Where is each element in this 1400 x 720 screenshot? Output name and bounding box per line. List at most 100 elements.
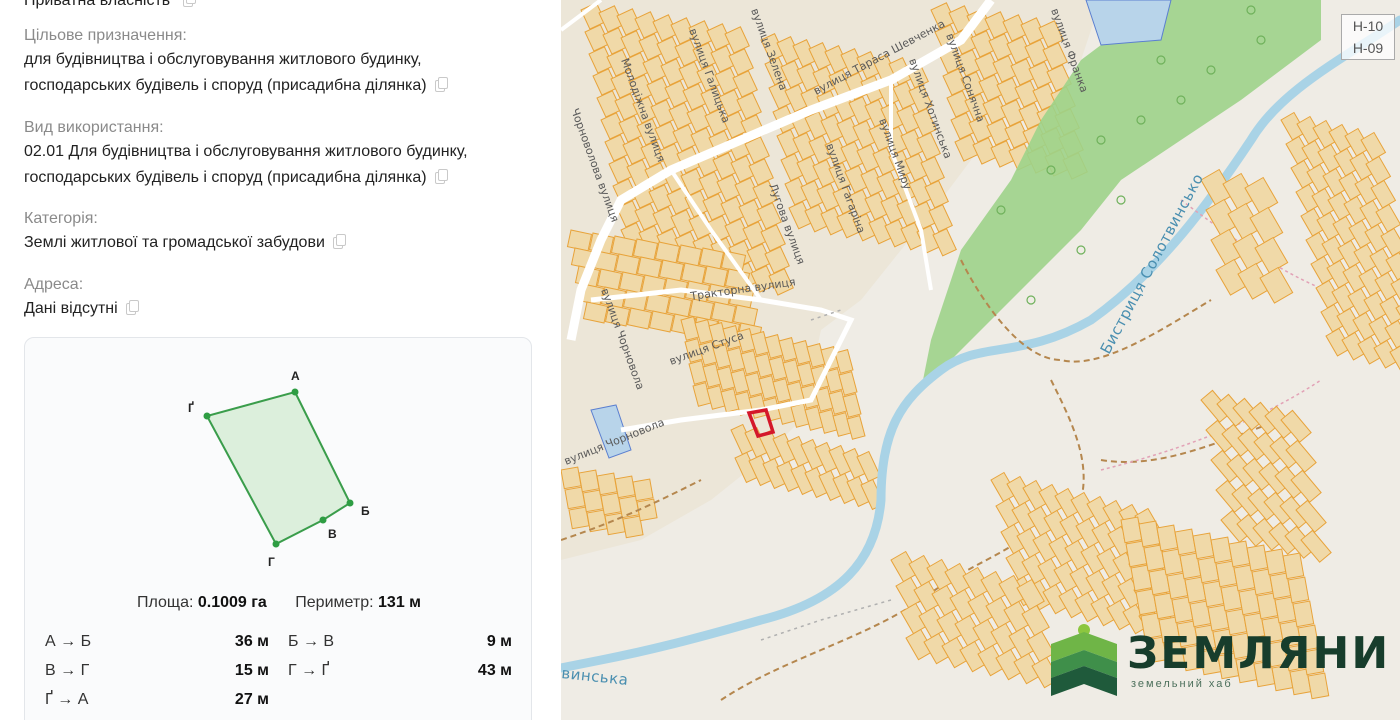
map-sheet-index: Н-10 Н-09 (1341, 14, 1395, 60)
land-parcel[interactable] (1120, 516, 1143, 544)
land-parcel[interactable] (1246, 544, 1269, 572)
vertex-marker-g (203, 412, 211, 420)
segment-name: Б → В (288, 633, 335, 650)
copy-icon[interactable] (125, 300, 139, 315)
cadastral-map[interactable]: вулиця Тараса Шевченка Молодіжна вулиця … (561, 0, 1400, 720)
land-parcel[interactable] (710, 301, 737, 324)
tree-icon (1076, 245, 1086, 255)
segment-row: В → Г 15 м (45, 662, 269, 680)
vertex-label-b: Б (361, 504, 370, 518)
segment-length: 36 м (234, 633, 269, 650)
land-parcel[interactable] (618, 271, 645, 294)
land-parcel[interactable] (654, 241, 681, 264)
vertex-marker-h (272, 540, 280, 548)
land-parcel[interactable] (1282, 552, 1305, 580)
land-parcel[interactable] (648, 310, 675, 333)
land-parcel[interactable] (1192, 532, 1215, 560)
perimeter-value: 131 м (378, 594, 421, 611)
land-parcel[interactable] (626, 307, 653, 330)
cadastral-parcels (890, 111, 1400, 700)
river-label: Бистриця Солотвинсько (1097, 170, 1208, 357)
land-parcel[interactable] (1210, 536, 1233, 564)
land-parcel[interactable] (596, 472, 618, 496)
land-parcel[interactable] (676, 244, 703, 267)
usage-line-1: 02.01 Для будівництва і обслуговування ж… (24, 143, 468, 160)
land-parcel[interactable] (846, 415, 866, 440)
vertex-marker-a (291, 388, 299, 396)
category-label: Категорія: (24, 210, 98, 227)
ownership-value: Приватна власність (24, 0, 171, 9)
segment-name: Г → Ґ (288, 662, 330, 679)
water-body (1085, 0, 1172, 46)
parcel-shape-diagram: А Б В Г Ґ (188, 369, 370, 569)
land-parcel[interactable] (1254, 236, 1289, 274)
map-canvas[interactable]: вулиця Тараса Шевченка Молодіжна вулиця … (561, 0, 1400, 720)
land-parcel[interactable] (610, 235, 637, 258)
land-parcel[interactable] (1264, 548, 1287, 576)
area-value: 0.1009 га (197, 594, 267, 611)
perimeter-item: Периметр: 131 м (295, 594, 421, 612)
land-parcel[interactable] (680, 262, 707, 285)
land-parcel[interactable] (614, 253, 641, 276)
logo-wordmark: ЗЕМЛЯНИ (1127, 628, 1391, 679)
copy-icon[interactable] (182, 0, 196, 7)
segment-name: В → Г (45, 662, 90, 679)
land-parcel[interactable] (658, 259, 685, 282)
land-parcel[interactable] (632, 478, 654, 502)
vertex-label-g: Ґ (188, 400, 194, 415)
usage-label: Вид використання: (24, 119, 164, 136)
copy-icon[interactable] (332, 234, 346, 249)
segment-row: А → Б 36 м (45, 633, 269, 651)
address-label: Адреса: (24, 276, 84, 293)
land-parcel[interactable] (644, 292, 671, 315)
land-parcel[interactable] (702, 265, 729, 288)
vertex-label-h: Г (268, 555, 275, 569)
segment-name: Ґ → А (45, 691, 89, 708)
logo-tagline: земельний хаб (1131, 678, 1233, 690)
land-parcel[interactable] (1156, 524, 1179, 552)
usage-field: Вид використання: 02.01 Для будівництва … (24, 117, 544, 191)
address-field: Адреса: Дані відсутні (24, 274, 544, 322)
segment-row: Ґ → А 27 м (45, 691, 269, 709)
land-parcel[interactable] (1244, 176, 1279, 214)
river-label: винська (561, 664, 629, 689)
copy-icon[interactable] (434, 169, 448, 184)
footpath (561, 479, 1022, 701)
land-parcel[interactable] (561, 466, 582, 490)
parcel-info-panel: Приватна власність Цільове призначення: … (0, 0, 561, 720)
parcel-polygon (205, 390, 352, 546)
land-parcel[interactable] (932, 227, 957, 257)
vertex-marker-b (346, 499, 354, 507)
land-parcel[interactable] (632, 238, 659, 261)
vertex-label-a: А (291, 369, 300, 383)
category-value: Землі житлової та громадської забудови (24, 234, 325, 251)
segment-row: Г → Ґ 43 м (288, 662, 512, 680)
purpose-line-2: господарських будівель і споруд (присади… (24, 77, 427, 94)
land-parcel[interactable] (1228, 540, 1251, 568)
tree-icon (1116, 195, 1126, 205)
sheet-label: Н-10 (1352, 18, 1384, 34)
purpose-field: Цільове призначення: для будівництва і о… (24, 25, 544, 99)
area-item: Площа: 0.1009 га (137, 594, 267, 612)
land-parcel[interactable] (1287, 576, 1310, 604)
land-parcel[interactable] (614, 475, 636, 499)
segment-length: 27 м (234, 691, 269, 708)
land-parcel[interactable] (666, 295, 693, 318)
land-parcel[interactable] (1138, 520, 1161, 548)
purpose-label: Цільове призначення: (24, 27, 187, 44)
perimeter-label: Периметр: (295, 594, 374, 611)
vertex-label-v: В (328, 527, 337, 541)
tree-icon (1026, 295, 1036, 305)
land-parcel[interactable] (1174, 528, 1197, 556)
segment-name: А → Б (45, 633, 92, 650)
sheet-label: Н-09 (1352, 40, 1384, 56)
land-parcel[interactable] (636, 256, 663, 279)
land-parcel[interactable] (1259, 266, 1294, 304)
land-parcel[interactable] (732, 304, 759, 327)
land-parcel[interactable] (578, 469, 600, 493)
copy-icon[interactable] (434, 77, 448, 92)
ownership-field: Приватна власність (24, 0, 544, 14)
land-parcel[interactable] (698, 247, 725, 270)
land-parcel[interactable] (566, 229, 593, 252)
land-parcel[interactable] (1249, 206, 1284, 244)
